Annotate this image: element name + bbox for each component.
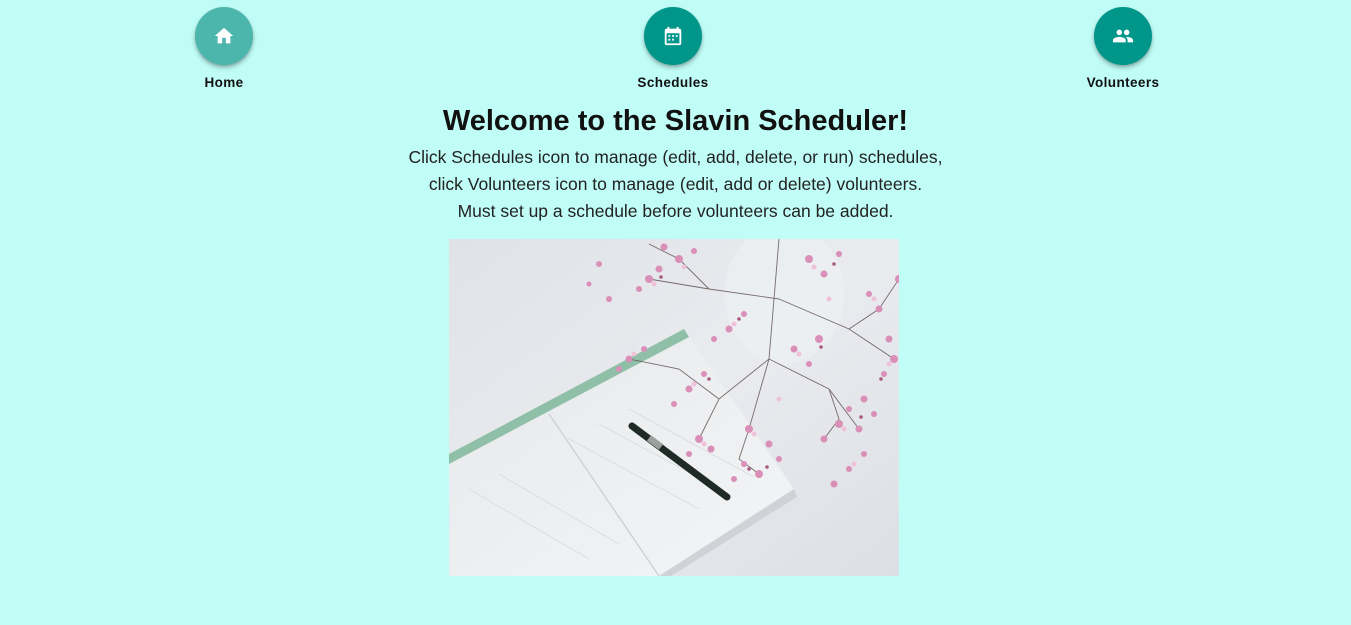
main-content: Welcome to the Slavin Scheduler! Click S… (0, 100, 1351, 225)
nav-volunteers-label: Volunteers (1086, 75, 1160, 90)
nav-volunteers[interactable]: Volunteers (1063, 7, 1183, 90)
hero-image (449, 239, 899, 576)
description-line-1: Click Schedules icon to manage (edit, ad… (408, 147, 943, 167)
nav-home[interactable]: Home (164, 7, 284, 90)
top-nav: Home Schedules Volunteers (0, 0, 1351, 100)
description-line-3: Must set up a schedule before volunteers… (457, 201, 894, 221)
description: Click Schedules icon to manage (edit, ad… (0, 144, 1351, 225)
schedules-button[interactable] (644, 7, 702, 65)
nav-schedules[interactable]: Schedules (613, 7, 733, 90)
home-button[interactable] (195, 7, 253, 65)
volunteers-button[interactable] (1094, 7, 1152, 65)
people-icon (1112, 29, 1134, 43)
calendar-icon (664, 26, 682, 46)
page-title: Welcome to the Slavin Scheduler! (442, 105, 909, 137)
description-line-2: click Volunteers icon to manage (edit, a… (428, 174, 923, 194)
nav-home-label: Home (204, 75, 244, 90)
nav-schedules-label: Schedules (637, 75, 709, 90)
home-icon (214, 27, 234, 44)
planner-flowers-photo (449, 239, 899, 576)
